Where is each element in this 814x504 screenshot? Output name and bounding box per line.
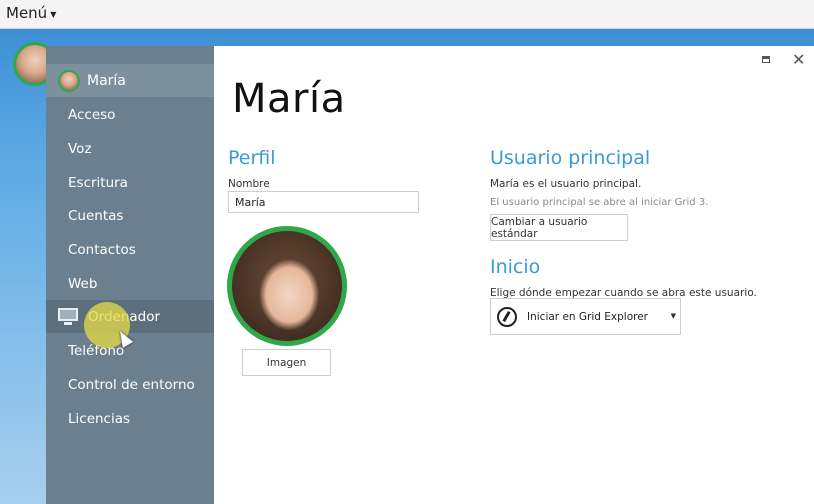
close-icon[interactable]: ✕ [792,50,805,69]
sidebar-avatar [58,69,80,92]
sidebar-item-label: Voz [68,140,92,157]
sidebar-item-escritura[interactable]: Escritura [46,166,214,199]
sidebar-item-label: Contactos [68,241,136,258]
change-user-button[interactable]: Cambiar a usuario estándar [490,214,628,241]
sidebar-item-label: Ordenador [88,308,161,325]
compass-icon [497,306,517,327]
sidebar-item-label: Control de entorno [68,376,195,393]
sidebar-item-web[interactable]: Web [46,267,214,300]
user-settings-panel: ✕ María Perfil Nombre María Imagen Usuar… [214,46,814,504]
sidebar-item-acceso[interactable]: Acceso [46,98,214,131]
sidebar-user-name: María [87,72,126,89]
main-user-status: María es el usuario principal. [490,178,642,190]
menu-button[interactable]: Menú ▼ [6,4,56,22]
page-title: María [232,76,346,122]
start-heading: Inicio [490,256,541,278]
sidebar-item-label: Cuentas [68,207,124,224]
settings-sidebar: María Acceso Voz Escritura Cuentas Conta… [46,46,214,504]
sidebar-item-control-de-entorno[interactable]: Control de entorno [46,368,214,401]
sidebar-item-cuentas[interactable]: Cuentas [46,199,214,232]
sidebar-item-label: Teléfono [68,342,125,359]
sidebar-item-label: Licencias [68,410,131,427]
sidebar-item-voz[interactable]: Voz [46,132,214,165]
menu-label: Menú [6,4,48,22]
name-field[interactable]: María [228,191,419,213]
profile-photo [227,226,347,346]
sidebar-item-contactos[interactable]: Contactos [46,233,214,266]
sidebar-item-ordenador[interactable]: Ordenador [46,300,214,333]
sidebar-user-row[interactable]: María [46,64,214,97]
sidebar-item-licencias[interactable]: Licencias [46,402,214,435]
dropdown-arrow-icon: ▼ [670,312,676,320]
main-user-note: El usuario principal se abre al iniciar … [490,197,709,208]
sidebar-item-label: Escritura [68,174,128,191]
sidebar-item-label: Web [68,275,98,292]
start-location-value: Iniciar en Grid Explorer [527,310,648,323]
name-label: Nombre [228,178,270,190]
maximize-icon[interactable] [762,56,770,63]
profile-heading: Perfil [228,147,276,169]
sidebar-item-label: Acceso [68,106,116,123]
monitor-icon [58,307,80,326]
caret-down-icon: ▼ [50,10,57,19]
main-user-heading: Usuario principal [490,147,651,169]
start-location-select[interactable]: Iniciar en Grid Explorer ▼ [490,298,681,335]
image-button[interactable]: Imagen [242,349,331,376]
menu-bar: Menú ▼ [0,0,814,29]
